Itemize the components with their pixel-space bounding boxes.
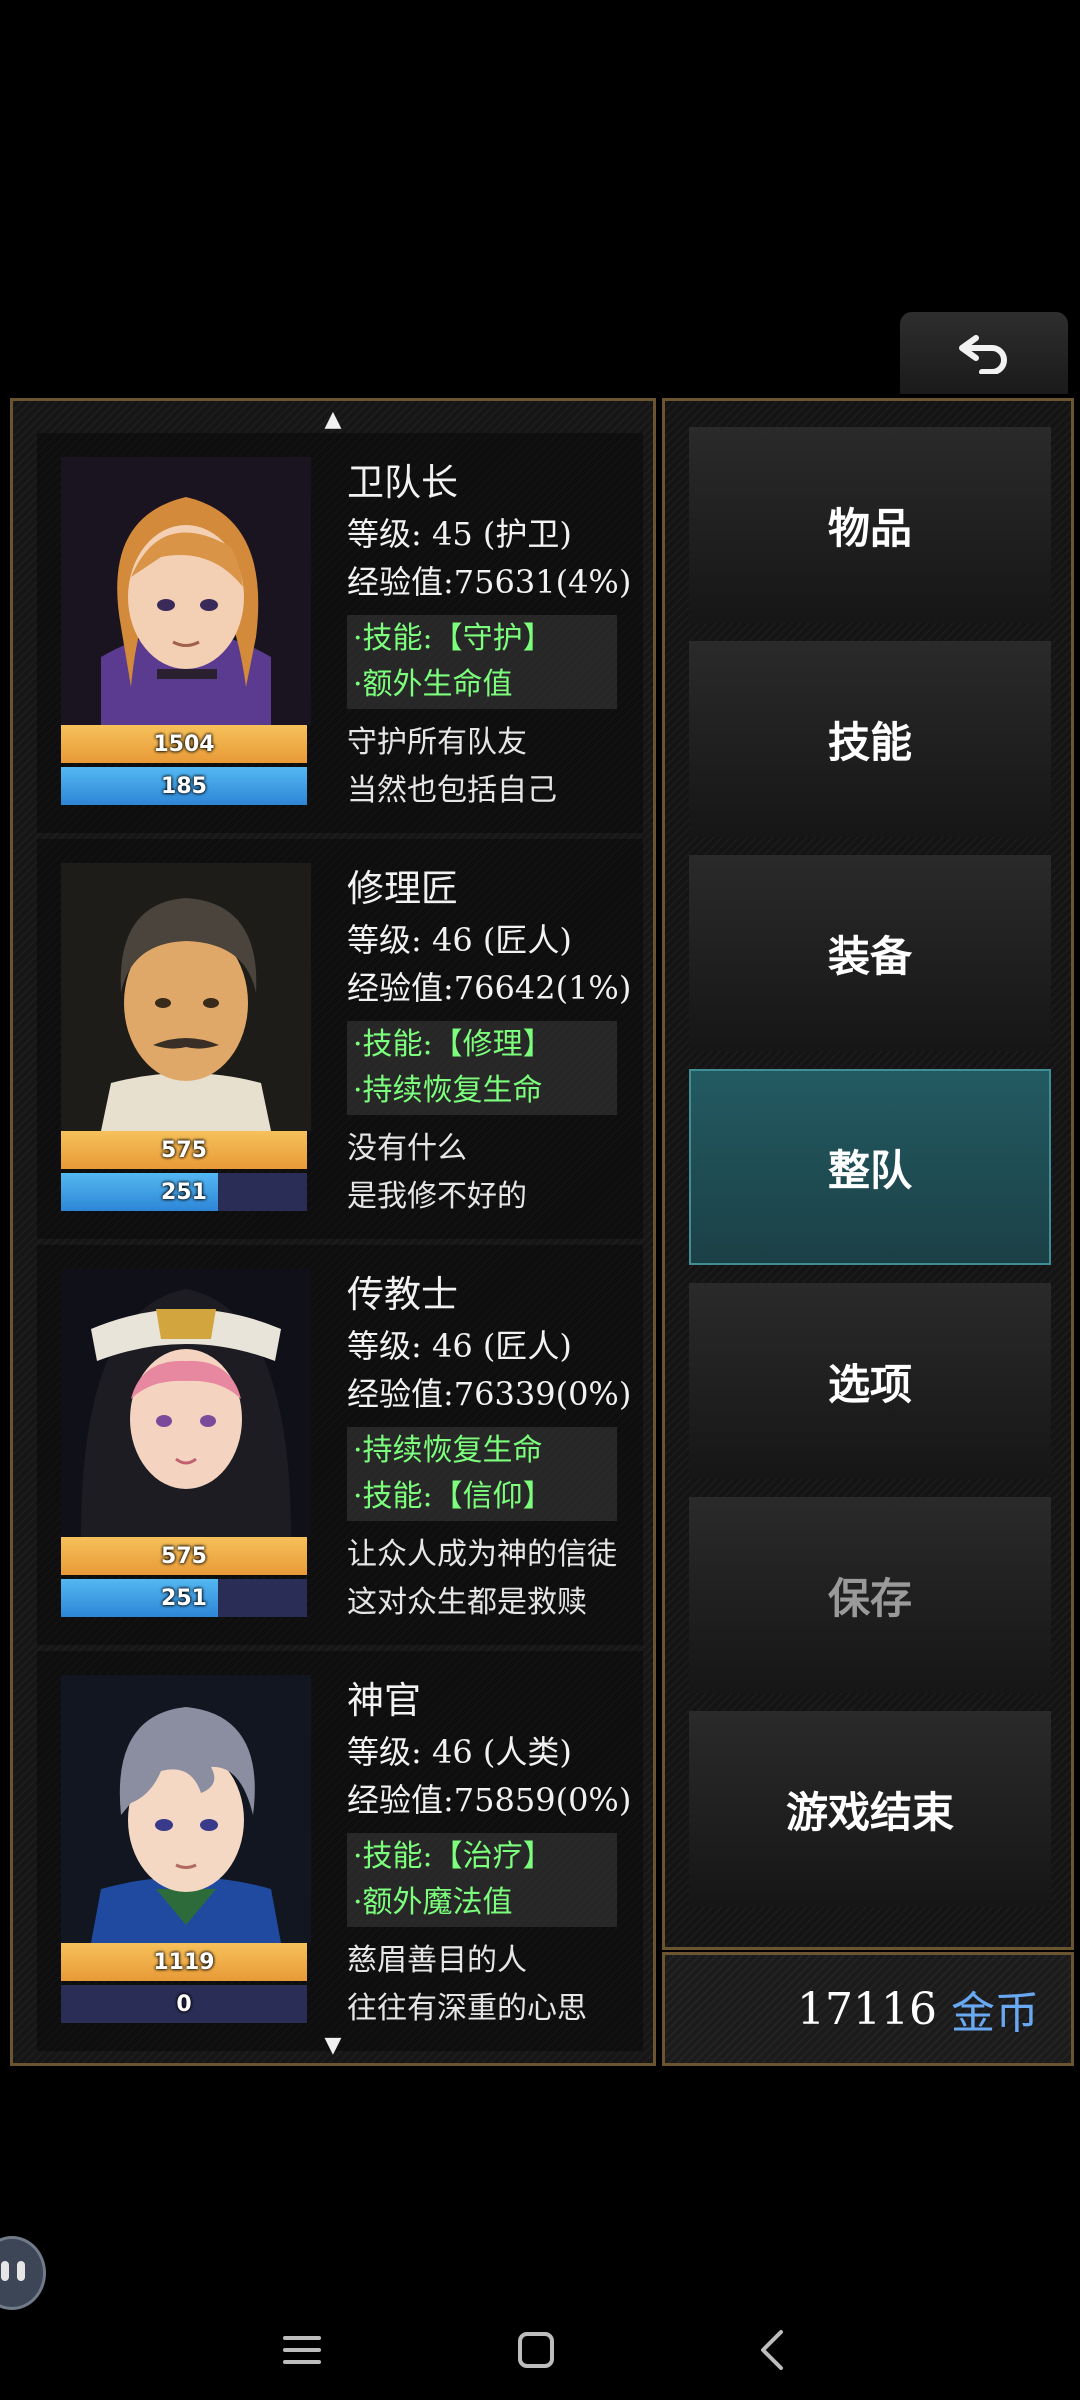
mp-value: 185 — [161, 773, 207, 799]
hp-bar: 1119 — [61, 1943, 307, 1981]
character-description: 守护所有队友 — [347, 725, 527, 760]
skill-tag: ·持续恢复生命 — [353, 1073, 543, 1108]
character-description: 往往有深重的心思 — [347, 1991, 587, 2026]
hp-bar: 575 — [61, 1537, 307, 1575]
character-description: 当然也包括自己 — [347, 773, 557, 808]
back-arrow-icon — [959, 335, 1007, 374]
hp-bar: 575 — [61, 1131, 307, 1169]
character-level: 等级: 46 (匠人) — [347, 1327, 572, 1365]
mp-value: 0 — [176, 1991, 192, 2017]
menu-item-equipment[interactable]: 装备 — [689, 855, 1051, 1051]
character-description: 慈眉善目的人 — [347, 1943, 527, 1978]
character-exp: 经验值:76339(0%) — [347, 1375, 632, 1413]
menu-nav-icon[interactable] — [272, 2320, 332, 2380]
skill-tag: ·持续恢复生命 — [353, 1433, 543, 1468]
skill-tag: ·技能:【修理】 — [353, 1027, 553, 1062]
back-nav-icon[interactable] — [742, 2320, 802, 2380]
character-name: 神官 — [347, 1679, 421, 1722]
character-description: 这对众生都是救赎 — [347, 1585, 587, 1620]
menu-item-skills[interactable]: 技能 — [689, 641, 1051, 837]
hp-bar: 1504 — [61, 725, 307, 763]
mp-value: 251 — [161, 1179, 207, 1205]
mp-value: 251 — [161, 1585, 207, 1611]
character-portrait-1 — [61, 457, 311, 725]
character-name: 修理匠 — [347, 867, 458, 910]
character-name: 传教士 — [347, 1273, 458, 1316]
faded-title — [460, 340, 620, 384]
menu-item-save[interactable]: 保存 — [689, 1497, 1051, 1693]
party-roster-panel[interactable]: ▲ 1504 185 卫队长 等级: 45 (护卫) 经验值:75631(4%)… — [10, 398, 656, 2066]
hp-value: 1504 — [153, 731, 215, 757]
character-portrait-2 — [61, 863, 311, 1131]
skill-tag: ·技能:【信仰】 — [353, 1479, 553, 1514]
floating-assistant-icon[interactable] — [0, 2236, 46, 2310]
mp-bar: 185 — [61, 767, 307, 805]
hp-value: 575 — [161, 1137, 207, 1163]
scroll-down-icon[interactable]: ▼ — [13, 2035, 653, 2057]
gold-amount: 17116 — [797, 1983, 937, 2035]
menu-item-game-end[interactable]: 游戏结束 — [689, 1711, 1051, 1907]
skill-tag: ·技能:【守护】 — [353, 621, 553, 656]
mp-bar: 251 — [61, 1579, 307, 1617]
back-button[interactable] — [900, 312, 1068, 394]
menu-item-formation[interactable]: 整队 — [689, 1069, 1051, 1265]
mp-bar: 0 — [61, 1985, 307, 2023]
character-level: 等级: 46 (匠人) — [347, 921, 572, 959]
menu-item-options[interactable]: 选项 — [689, 1283, 1051, 1479]
character-exp: 经验值:75631(4%) — [347, 563, 632, 601]
main-menu-panel: 物品 技能 装备 整队 选项 保存 游戏结束 — [662, 398, 1074, 1950]
home-nav-icon[interactable] — [506, 2320, 566, 2380]
character-exp: 经验值:76642(1%) — [347, 969, 632, 1007]
character-level: 等级: 45 (护卫) — [347, 515, 572, 553]
mp-bar: 251 — [61, 1173, 307, 1211]
character-card-3[interactable]: 575 251 传教士 等级: 46 (匠人) 经验值:76339(0%) ·持… — [37, 1245, 643, 1645]
character-name: 卫队长 — [347, 461, 458, 504]
character-exp: 经验值:75859(0%) — [347, 1781, 632, 1819]
character-description: 是我修不好的 — [347, 1179, 527, 1214]
character-card-2[interactable]: 575 251 修理匠 等级: 46 (匠人) 经验值:76642(1%) ·技… — [37, 839, 643, 1239]
skill-tags: ·持续恢复生命 ·技能:【信仰】 — [347, 1427, 617, 1521]
skill-tags: ·技能:【守护】 ·额外生命值 — [347, 615, 617, 709]
scroll-up-icon[interactable]: ▲ — [13, 409, 653, 431]
skill-tags: ·技能:【治疗】 ·额外魔法值 — [347, 1833, 617, 1927]
menu-item-items[interactable]: 物品 — [689, 427, 1051, 623]
gold-unit-label: 金币 — [951, 1988, 1039, 2039]
hp-value: 1119 — [153, 1949, 215, 1975]
skill-tag: ·额外魔法值 — [353, 1885, 513, 1920]
skill-tag: ·技能:【治疗】 — [353, 1839, 553, 1874]
character-description: 没有什么 — [347, 1131, 467, 1166]
character-description: 让众人成为神的信徒 — [347, 1537, 617, 1572]
skill-tags: ·技能:【修理】 ·持续恢复生命 — [347, 1021, 617, 1115]
system-nav-bar — [0, 2300, 1080, 2400]
character-level: 等级: 46 (人类) — [347, 1733, 572, 1771]
skill-tag: ·额外生命值 — [353, 667, 513, 702]
character-portrait-4 — [61, 1675, 311, 1943]
gold-panel: 17116 金币 — [662, 1952, 1074, 2066]
character-card-4[interactable]: 1119 0 神官 等级: 46 (人类) 经验值:75859(0%) ·技能:… — [37, 1651, 643, 2051]
character-portrait-3 — [61, 1269, 311, 1537]
hp-value: 575 — [161, 1543, 207, 1569]
character-card-1[interactable]: 1504 185 卫队长 等级: 45 (护卫) 经验值:75631(4%) ·… — [37, 433, 643, 833]
